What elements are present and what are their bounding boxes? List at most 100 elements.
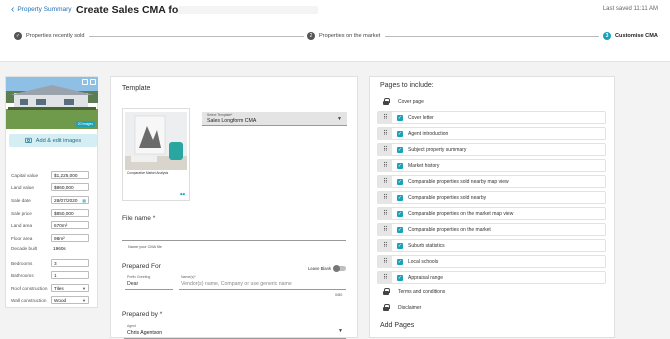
lock-icon <box>383 288 390 295</box>
wall-construction-select[interactable]: Wood ▼ <box>51 296 89 304</box>
drag-handle-icon[interactable]: ⠿ <box>378 143 392 156</box>
field-label: Sale date <box>11 197 31 203</box>
thumbnail-image <box>125 112 187 170</box>
add-edit-images-button[interactable]: Add & edit images <box>9 134 97 147</box>
field-wall-construction: Wall construction Wood ▼ <box>11 296 89 304</box>
checkbox-checked-icon[interactable]: ✓ <box>397 194 403 201</box>
step-number: 2 <box>307 32 315 40</box>
step-number: 3 <box>603 32 611 40</box>
page-label: Terms and conditions <box>398 288 446 295</box>
step-connector <box>89 36 304 37</box>
land-value-input[interactable]: $860,000 <box>51 183 89 191</box>
drag-handle-icon[interactable]: ⠿ <box>378 127 392 140</box>
names-placeholder: Vendor(s) name, Company or use generic n… <box>181 281 292 287</box>
edit-photo-icon[interactable] <box>82 79 88 85</box>
page-item[interactable]: ⠿ ✓ Comparable properties on the market … <box>377 207 606 220</box>
file-name-input[interactable] <box>122 228 346 241</box>
checkbox-checked-icon[interactable]: ✓ <box>397 258 403 265</box>
field-label: Roof construction <box>11 285 48 291</box>
page-label: Local schools <box>408 258 439 265</box>
field-sale-date: Sale date 28/07/2020 ▦ <box>11 196 89 204</box>
property-details-panel: 20 images Add & edit images Capital valu… <box>5 76 98 308</box>
drag-handle-icon[interactable]: ⠿ <box>378 223 392 236</box>
chevron-left-icon: ‹ <box>11 3 15 15</box>
page-item[interactable]: ⠿ ✓ Appraisal range <box>377 271 606 284</box>
back-link[interactable]: ‹ Property Summary <box>11 3 72 15</box>
checkbox-checked-icon[interactable]: ✓ <box>397 274 403 281</box>
template-select[interactable]: Select Template* Sales Longform CMA ▼ <box>202 112 347 126</box>
lock-icon <box>383 304 390 311</box>
capital-value-input[interactable]: $1,225,000 <box>51 171 89 179</box>
field-bathrooms: Bathrooms 1 <box>11 271 89 279</box>
thumbnail-title: Comparative Market Analysis <box>127 171 169 175</box>
sale-date-input[interactable]: 28/07/2020 ▦ <box>51 196 89 204</box>
checkbox-checked-icon[interactable]: ✓ <box>397 130 403 137</box>
drag-handle-icon[interactable]: ⠿ <box>378 175 392 188</box>
page-label: Cover page <box>398 98 424 105</box>
step-1[interactable]: ✓ Properties recently sold <box>14 32 84 40</box>
checkbox-checked-icon[interactable]: ✓ <box>397 242 403 249</box>
floor-area-input[interactable]: 98m² <box>51 234 89 242</box>
page-label: Cover letter <box>408 114 434 121</box>
leave-blank-toggle[interactable] <box>333 265 346 272</box>
checkbox-checked-icon[interactable]: ✓ <box>397 210 403 217</box>
page-item[interactable]: ⠿ ✓ Suburb statistics <box>377 239 606 252</box>
drag-handle-icon[interactable]: ⠿ <box>378 191 392 204</box>
page-label: Appraisal range <box>408 274 444 281</box>
check-icon: ✓ <box>14 32 22 40</box>
recipient-names-input[interactable]: Name(s)* Vendor(s) name, Company or use … <box>179 275 346 290</box>
page-label: Market history <box>408 162 440 169</box>
chevron-down-icon: ▼ <box>82 285 86 291</box>
land-area-input[interactable]: 670m² <box>51 221 89 229</box>
page-item[interactable]: ⠿ ✓ Comparable properties sold nearby <box>377 191 606 204</box>
greeting-value: Dear <box>127 281 139 287</box>
pages-heading: Pages to include: <box>380 82 434 89</box>
checkbox-checked-icon[interactable]: ✓ <box>397 162 403 169</box>
template-select-label: Select Template* <box>207 113 233 117</box>
checkbox-checked-icon[interactable]: ✓ <box>397 178 403 185</box>
field-label: Bathrooms <box>11 272 34 278</box>
property-address-redacted <box>178 6 318 14</box>
sale-price-input[interactable]: $850,000 <box>51 209 89 217</box>
drag-handle-icon[interactable]: ⠿ <box>378 255 392 268</box>
drag-handle-icon[interactable]: ⠿ <box>378 111 392 124</box>
field-land-value: Land value $860,000 <box>11 183 89 191</box>
character-counter: 0/80 <box>335 293 343 297</box>
field-label: Floor area <box>11 235 33 241</box>
field-land-area: Land area 670m² <box>11 221 89 229</box>
field-label: Decade built <box>11 246 38 251</box>
step-2[interactable]: 2 Properties on the market <box>307 32 380 40</box>
field-floor-area: Floor area 98m² <box>11 234 89 242</box>
fullscreen-icon[interactable] <box>90 79 96 85</box>
roof-construction-select[interactable]: Tiles ▼ <box>51 284 89 292</box>
drag-handle-icon[interactable]: ⠿ <box>378 207 392 220</box>
drag-handle-icon[interactable]: ⠿ <box>378 239 392 252</box>
step-3[interactable]: 3 Customise CMA <box>603 32 658 40</box>
page-item[interactable]: ⠿ ✓ Agent introduction <box>377 127 606 140</box>
page-label: Agent introduction <box>408 130 449 137</box>
agent-select[interactable]: Agent Chris Agentson ▼ <box>124 324 346 339</box>
page-label: Disclaimer <box>398 304 422 311</box>
bedrooms-input[interactable]: 3 <box>51 259 89 267</box>
drag-handle-icon[interactable]: ⠿ <box>378 271 392 284</box>
roof-construction-value: Tiles <box>54 285 64 291</box>
page-item[interactable]: ⠿ ✓ Market history <box>377 159 606 172</box>
page-label: Comparable properties sold nearby <box>408 194 487 201</box>
page-disclaimer: Disclaimer <box>383 304 421 311</box>
drag-handle-icon[interactable]: ⠿ <box>378 159 392 172</box>
checkbox-checked-icon[interactable]: ✓ <box>397 146 403 153</box>
page-item[interactable]: ⠿ ✓ Comparable properties sold nearby ma… <box>377 175 606 188</box>
checkbox-checked-icon[interactable]: ✓ <box>397 114 403 121</box>
sale-date-value: 28/07/2020 <box>54 197 78 203</box>
page-title: Create Sales CMA for <box>76 4 183 16</box>
prefix-greeting-select[interactable]: Prefix Greeting Dear <box>125 275 173 290</box>
page-item[interactable]: ⠿ ✓ Local schools <box>377 255 606 268</box>
page-item[interactable]: ⠿ ✓ Cover letter <box>377 111 606 124</box>
checkbox-checked-icon[interactable]: ✓ <box>397 226 403 233</box>
top-header: ‹ Property Summary Create Sales CMA for … <box>0 0 670 62</box>
calendar-icon[interactable]: ▦ <box>82 198 86 203</box>
bathrooms-input[interactable]: 1 <box>51 271 89 279</box>
page-item[interactable]: ⠿ ✓ Subject property summary <box>377 143 606 156</box>
template-thumbnail[interactable]: Comparative Market Analysis ◆◆ <box>122 108 190 201</box>
page-item[interactable]: ⠿ ✓ Comparable properties on the market <box>377 223 606 236</box>
